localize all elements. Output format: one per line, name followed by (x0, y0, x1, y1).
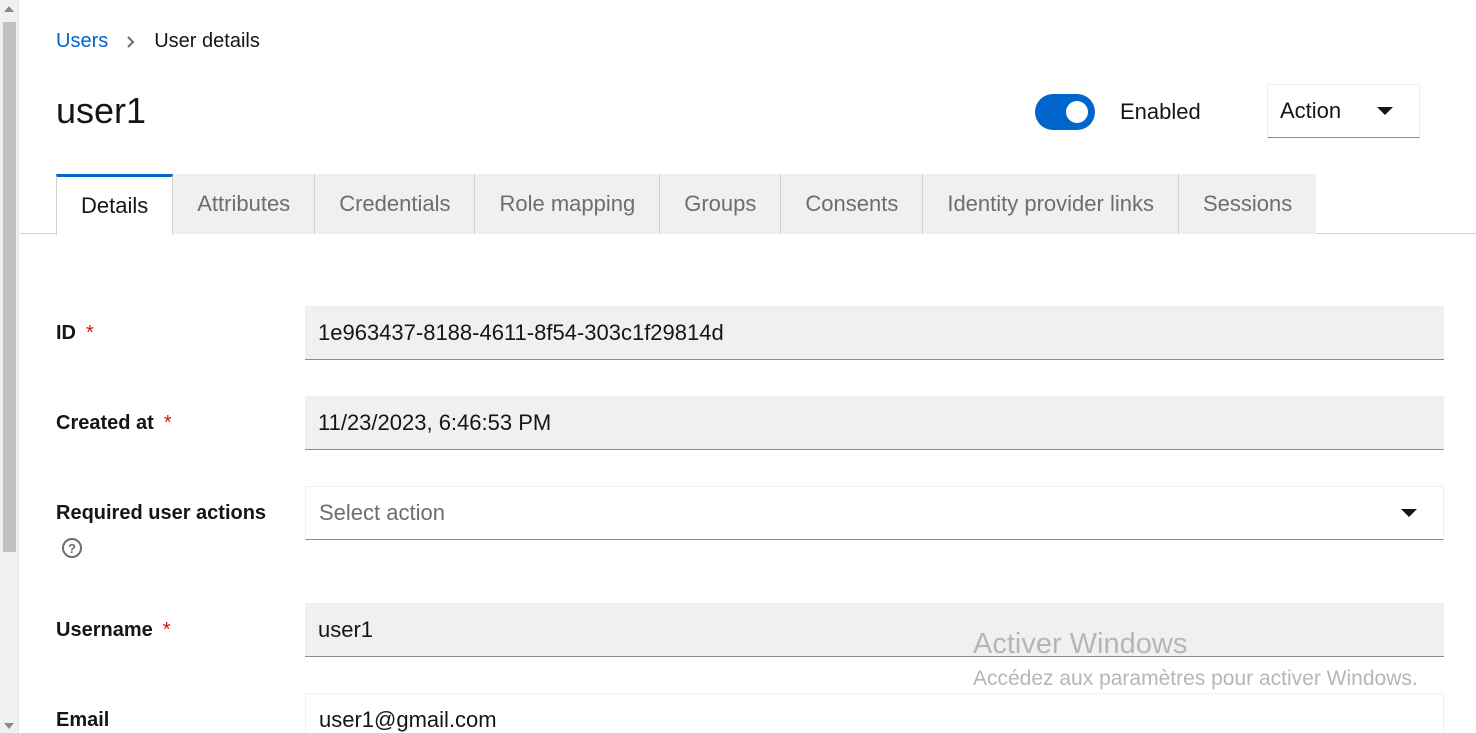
id-label: ID * (56, 322, 94, 344)
enabled-label: Enabled (1120, 99, 1201, 124)
username-field[interactable]: user1 (305, 603, 1444, 657)
required-marker: * (86, 322, 94, 344)
tab-role-mapping[interactable]: Role mapping (475, 174, 661, 234)
toggle-knob (1066, 101, 1088, 123)
breadcrumb: Users User details (56, 30, 260, 53)
tab-bar: Details Attributes Credentials Role mapp… (20, 174, 1476, 235)
created-at-field[interactable]: 11/23/2023, 6:46:53 PM (305, 396, 1444, 450)
breadcrumb-users-link[interactable]: Users (56, 30, 108, 53)
tab-consents[interactable]: Consents (781, 174, 924, 234)
action-dropdown[interactable]: Action (1267, 84, 1420, 138)
chevron-right-icon (126, 35, 136, 48)
enabled-switch: Enabled (1035, 94, 1201, 130)
help-icon[interactable]: ? (62, 538, 82, 558)
required-marker: * (162, 619, 171, 641)
caret-down-icon (1377, 107, 1393, 115)
enabled-toggle[interactable] (1035, 94, 1095, 130)
required-marker: * (163, 412, 172, 434)
select-placeholder: Select action (319, 500, 445, 525)
required-actions-select[interactable]: Select action (305, 486, 1444, 540)
created-at-label: Created at * (56, 412, 172, 434)
required-actions-label: Required user actions (56, 502, 267, 524)
tab-credentials[interactable]: Credentials (315, 174, 476, 234)
page-title: user1 (56, 90, 147, 131)
tab-sessions[interactable]: Sessions (1178, 174, 1317, 234)
watermark-subtitle: Accédez aux paramètres pour activer Wind… (973, 667, 1418, 690)
username-label: Username * (56, 619, 171, 641)
tab-groups[interactable]: Groups (660, 174, 782, 234)
caret-down-icon (1401, 509, 1417, 517)
id-field[interactable]: 1e963437-8188-4611-8f54-303c1f29814d (305, 306, 1444, 360)
scroll-down-icon[interactable] (4, 723, 14, 729)
tab-details[interactable]: Details (56, 174, 174, 235)
vertical-scrollbar[interactable] (0, 0, 19, 733)
tab-identity-provider-links[interactable]: Identity provider links (923, 174, 1179, 234)
email-input[interactable]: user1@gmail.com (305, 693, 1444, 733)
main-content: Users User details user1 Enabled Action … (20, 0, 1476, 733)
action-label: Action (1280, 98, 1342, 123)
scroll-thumb[interactable] (3, 22, 16, 552)
breadcrumb-current: User details (154, 30, 260, 52)
tab-attributes[interactable]: Attributes (173, 174, 316, 234)
email-label: Email (56, 709, 110, 731)
scroll-up-icon[interactable] (4, 6, 14, 12)
